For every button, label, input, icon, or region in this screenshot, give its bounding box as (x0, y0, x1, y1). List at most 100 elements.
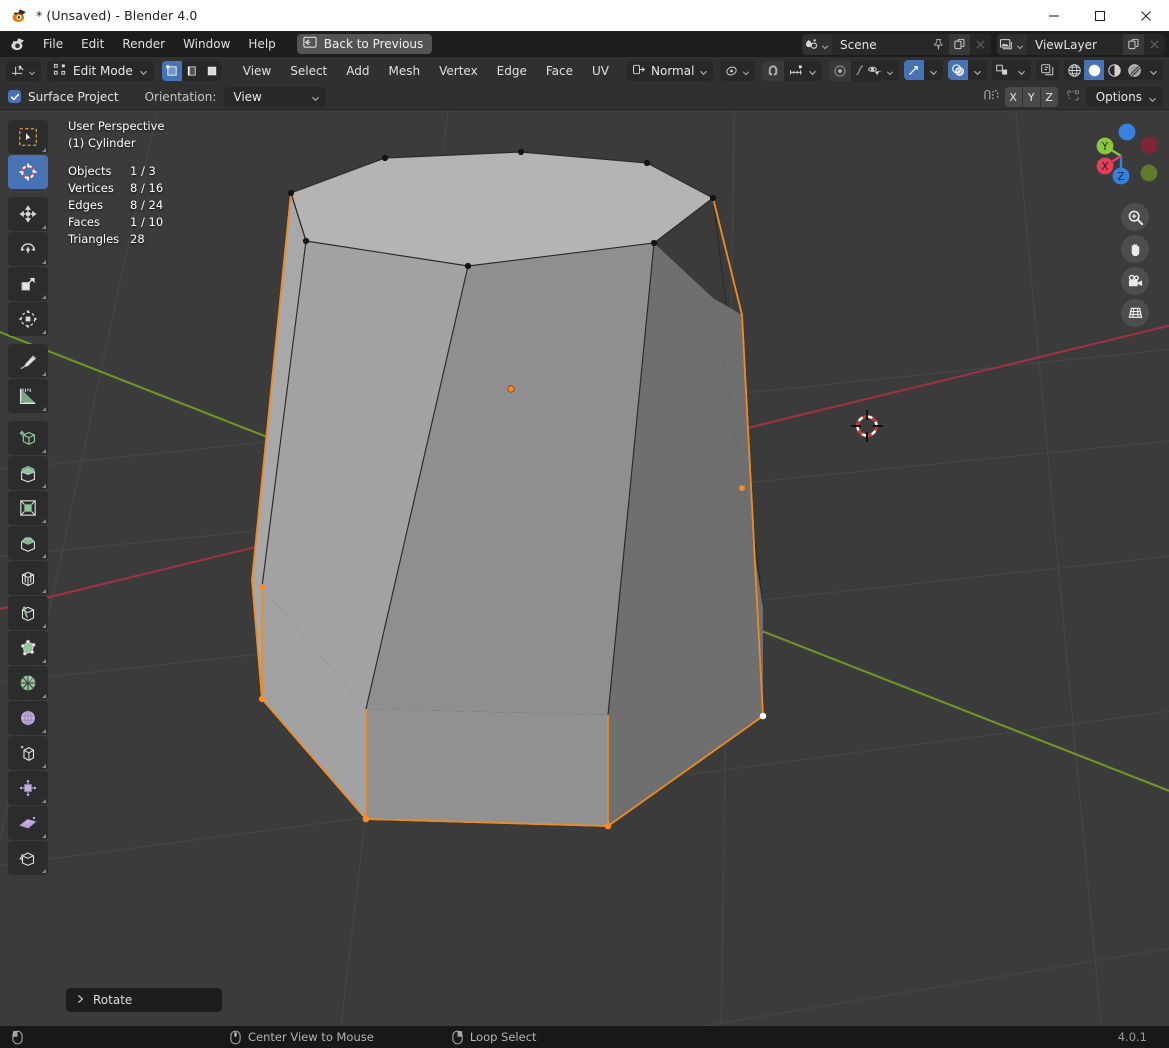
menu-select[interactable]: Select (281, 61, 336, 81)
edge-slide-tool[interactable] (8, 736, 48, 770)
snap-increment-icon[interactable] (784, 60, 809, 81)
blender-logo-icon[interactable] (6, 32, 30, 56)
svg-text:X: X (1101, 161, 1108, 173)
navigation-gizmo[interactable]: Y X Z (1083, 118, 1159, 194)
scene-name[interactable]: Scene (832, 34, 928, 55)
add-cube-tool[interactable] (8, 421, 48, 455)
bevel-tool[interactable] (8, 526, 48, 560)
rotate-tool[interactable] (8, 232, 48, 266)
menu-uv[interactable]: UV (583, 61, 618, 81)
surface-project-checkbox[interactable] (8, 90, 21, 103)
pivot-point-icon[interactable] (720, 60, 756, 81)
extrude-region-tool[interactable] (8, 456, 48, 490)
poly-build-tool[interactable] (8, 631, 48, 665)
menu-face[interactable]: Face (537, 61, 582, 81)
menu-add[interactable]: Add (337, 61, 378, 81)
orientation-dropdown[interactable]: View (224, 86, 327, 107)
inset-faces-tool[interactable] (8, 491, 48, 525)
axis-lock-y[interactable]: Y (1022, 87, 1040, 107)
face-select-mode[interactable] (201, 60, 222, 81)
scale-tool[interactable] (8, 267, 48, 301)
axis-lock-z[interactable]: Z (1040, 87, 1058, 107)
object-types-visibility-icon[interactable] (863, 60, 899, 80)
chevron-down-icon[interactable] (1149, 66, 1158, 75)
remove-viewlayer-icon[interactable] (1144, 34, 1165, 55)
transform-orientation-selector[interactable]: Normal (627, 60, 714, 81)
pan-hand-icon[interactable] (1121, 235, 1149, 263)
maximize-icon[interactable] (1077, 0, 1123, 31)
menu-vertex[interactable]: Vertex (430, 61, 487, 81)
menu-edge[interactable]: Edge (488, 61, 536, 81)
editor-type-icon[interactable] (6, 60, 41, 81)
3d-viewport[interactable]: User Perspective (1) Cylinder Objects 1 /… (0, 110, 1169, 1026)
menu-edit[interactable]: Edit (72, 34, 113, 54)
rip-region-tool[interactable] (8, 841, 48, 875)
snap-magnet-icon[interactable] (762, 60, 785, 81)
smooth-tool[interactable] (8, 701, 48, 735)
scene-icon[interactable] (802, 34, 832, 55)
chevron-down-icon (1016, 40, 1025, 50)
new-viewlayer-icon[interactable] (1123, 34, 1144, 55)
knife-tool[interactable] (8, 596, 48, 630)
xray-toggle-icon[interactable] (992, 60, 1012, 80)
viewlayer-name[interactable]: ViewLayer (1027, 34, 1123, 55)
menu-help[interactable]: Help (239, 34, 284, 54)
chevron-right-icon[interactable] (76, 993, 85, 1007)
toggle-xray-button[interactable] (1036, 60, 1059, 80)
snapping-icon[interactable] (983, 88, 1000, 106)
transform-tool[interactable] (8, 302, 48, 336)
menu-window[interactable]: Window (174, 34, 239, 54)
proportional-editing-icon[interactable] (829, 60, 852, 81)
new-scene-icon[interactable] (949, 34, 970, 55)
chevron-down-icon[interactable] (1017, 66, 1026, 75)
svg-text:Z: Z (1117, 171, 1124, 183)
minimize-icon[interactable] (1031, 0, 1077, 31)
edge-select-mode[interactable] (181, 60, 202, 81)
chevron-down-icon[interactable] (973, 66, 982, 75)
annotate-tool[interactable] (8, 344, 48, 378)
material-preview-shading[interactable] (1104, 60, 1124, 80)
3d-cursor-icon (851, 410, 883, 442)
chevron-down-icon (311, 92, 320, 102)
viewlayer-selector[interactable]: ViewLayer (997, 34, 1165, 55)
window-title: * (Unsaved) - Blender 4.0 (36, 8, 198, 23)
pin-icon[interactable] (928, 34, 949, 55)
viewlayer-icon[interactable] (997, 34, 1027, 55)
menu-mesh[interactable]: Mesh (380, 61, 430, 81)
menu-render[interactable]: Render (113, 34, 174, 54)
toggle-orthographic-icon[interactable] (1121, 299, 1149, 327)
scene-selector[interactable]: Scene (802, 34, 991, 55)
tweak-select-box-tool[interactable] (8, 120, 48, 154)
menu-view[interactable]: View (234, 61, 280, 81)
cursor-tool[interactable] (8, 155, 48, 189)
spin-tool[interactable] (8, 666, 48, 700)
remove-scene-icon[interactable] (970, 34, 991, 55)
correct-face-attributes-icon[interactable] (1065, 88, 1081, 106)
mesh-select-mode-group (161, 60, 222, 81)
wireframe-shading[interactable] (1064, 60, 1084, 80)
shrink-fatten-tool[interactable] (8, 771, 48, 805)
operator-redo-panel[interactable]: Rotate (66, 988, 222, 1012)
camera-view-icon[interactable] (1121, 267, 1149, 295)
toolbar-group-mesh-tools (8, 421, 48, 875)
close-icon[interactable] (1123, 0, 1169, 31)
shear-tool[interactable] (8, 806, 48, 840)
solid-shading[interactable] (1084, 60, 1104, 80)
menu-file[interactable]: File (34, 34, 72, 54)
operator-name-label: Rotate (93, 993, 133, 1007)
rendered-shading[interactable] (1124, 60, 1144, 80)
back-to-previous-button[interactable]: Back to Previous (296, 34, 433, 54)
chevron-down-icon (742, 66, 751, 76)
options-dropdown[interactable]: Options (1085, 87, 1163, 107)
move-tool[interactable] (8, 197, 48, 231)
mode-selector[interactable]: Edit Mode (47, 60, 154, 81)
gizmo-icon[interactable] (904, 60, 924, 80)
zoom-icon[interactable] (1121, 203, 1149, 231)
measure-tool[interactable] (8, 379, 48, 413)
overlays-icon[interactable] (948, 60, 968, 80)
chevron-down-icon[interactable] (808, 66, 817, 76)
axis-lock-x[interactable]: X (1004, 87, 1022, 107)
vertex-select-mode[interactable] (161, 60, 182, 81)
chevron-down-icon[interactable] (929, 66, 938, 75)
loop-cut-tool[interactable] (8, 561, 48, 595)
